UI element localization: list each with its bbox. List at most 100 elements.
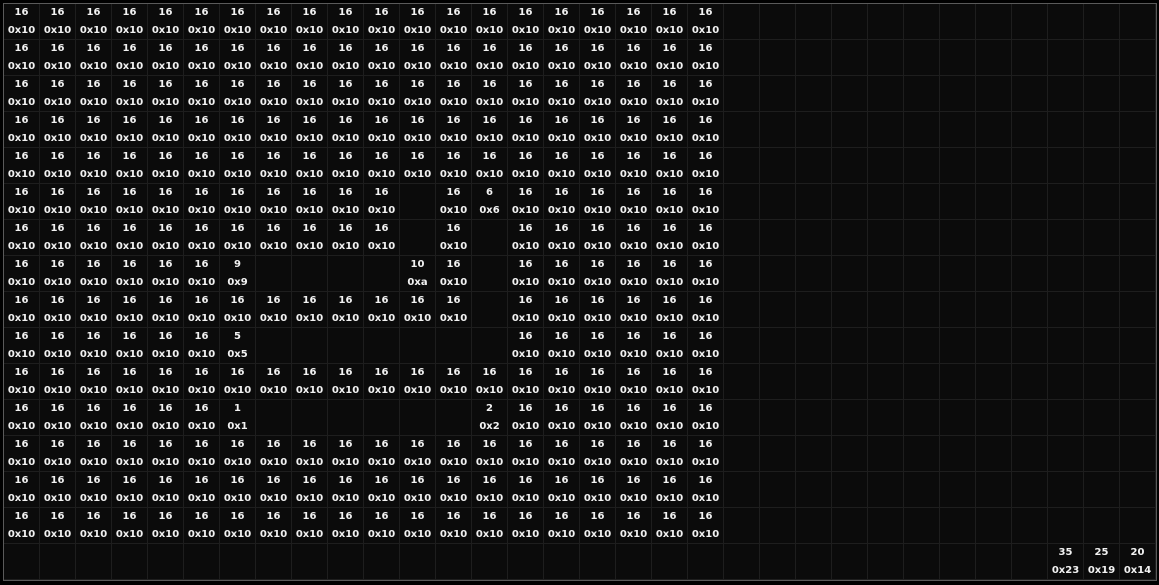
empty-tile[interactable] — [1048, 400, 1084, 436]
empty-tile[interactable] — [1084, 4, 1120, 40]
tile-cell[interactable]: 25 0x19 — [1084, 544, 1120, 580]
empty-tile[interactable] — [796, 184, 832, 220]
tile-cell[interactable]: 16 0x10 — [112, 292, 148, 328]
tile-cell[interactable]: 16 0x10 — [148, 328, 184, 364]
empty-tile[interactable] — [940, 472, 976, 508]
empty-tile[interactable] — [724, 148, 760, 184]
empty-tile[interactable] — [796, 472, 832, 508]
tile-cell[interactable]: 16 0x10 — [220, 292, 256, 328]
tile-cell[interactable]: 2 0x2 — [472, 400, 508, 436]
empty-tile[interactable] — [760, 112, 796, 148]
tile-cell[interactable]: 16 0x10 — [184, 40, 220, 76]
empty-tile[interactable] — [1120, 292, 1156, 328]
empty-tile[interactable] — [328, 256, 364, 292]
tile-cell[interactable]: 16 0x10 — [184, 292, 220, 328]
empty-tile[interactable] — [976, 148, 1012, 184]
tile-cell[interactable]: 16 0x10 — [40, 256, 76, 292]
empty-tile[interactable] — [256, 328, 292, 364]
tile-cell[interactable]: 9 0x9 — [220, 256, 256, 292]
tile-cell[interactable]: 16 0x10 — [364, 76, 400, 112]
tile-cell[interactable]: 16 0x10 — [220, 112, 256, 148]
empty-tile[interactable] — [328, 544, 364, 580]
empty-tile[interactable] — [40, 544, 76, 580]
tile-cell[interactable]: 16 0x10 — [328, 508, 364, 544]
empty-tile[interactable] — [868, 292, 904, 328]
empty-tile[interactable] — [760, 544, 796, 580]
tile-cell[interactable]: 16 0x10 — [688, 256, 724, 292]
empty-tile[interactable] — [940, 400, 976, 436]
tile-cell[interactable]: 16 0x10 — [688, 184, 724, 220]
tile-cell[interactable]: 16 0x10 — [364, 4, 400, 40]
empty-tile[interactable] — [724, 184, 760, 220]
tile-cell[interactable]: 16 0x10 — [508, 400, 544, 436]
tile-cell[interactable]: 16 0x10 — [184, 4, 220, 40]
tile-cell[interactable]: 16 0x10 — [220, 508, 256, 544]
empty-tile[interactable] — [940, 364, 976, 400]
tile-cell[interactable]: 16 0x10 — [580, 364, 616, 400]
empty-tile[interactable] — [868, 364, 904, 400]
tile-cell[interactable]: 16 0x10 — [364, 436, 400, 472]
tile-cell[interactable]: 16 0x10 — [508, 364, 544, 400]
empty-tile[interactable] — [1084, 400, 1120, 436]
tile-cell[interactable]: 16 0x10 — [544, 220, 580, 256]
tile-cell[interactable]: 16 0x10 — [652, 292, 688, 328]
empty-tile[interactable] — [1012, 184, 1048, 220]
empty-tile[interactable] — [1120, 40, 1156, 76]
empty-tile[interactable] — [112, 544, 148, 580]
tile-cell[interactable]: 16 0x10 — [580, 436, 616, 472]
tile-cell[interactable]: 16 0x10 — [184, 112, 220, 148]
tile-cell[interactable]: 16 0x10 — [148, 508, 184, 544]
tile-cell[interactable]: 16 0x10 — [472, 364, 508, 400]
tile-cell[interactable]: 16 0x10 — [76, 4, 112, 40]
empty-tile[interactable] — [76, 544, 112, 580]
tile-cell[interactable]: 16 0x10 — [328, 364, 364, 400]
tile-cell[interactable]: 16 0x10 — [652, 364, 688, 400]
empty-tile[interactable] — [1120, 220, 1156, 256]
empty-tile[interactable] — [940, 4, 976, 40]
tile-cell[interactable]: 16 0x10 — [4, 472, 40, 508]
tile-cell[interactable]: 16 0x10 — [4, 4, 40, 40]
tile-cell[interactable]: 16 0x10 — [688, 220, 724, 256]
tile-cell[interactable]: 16 0x10 — [400, 472, 436, 508]
empty-tile[interactable] — [796, 256, 832, 292]
empty-tile[interactable] — [1048, 112, 1084, 148]
tile-cell[interactable]: 16 0x10 — [40, 472, 76, 508]
tile-cell[interactable]: 16 0x10 — [580, 472, 616, 508]
empty-tile[interactable] — [796, 4, 832, 40]
empty-tile[interactable] — [796, 292, 832, 328]
empty-tile[interactable] — [832, 292, 868, 328]
tile-cell[interactable]: 16 0x10 — [76, 112, 112, 148]
tile-cell[interactable]: 16 0x10 — [4, 400, 40, 436]
empty-tile[interactable] — [724, 328, 760, 364]
tile-cell[interactable]: 16 0x10 — [256, 4, 292, 40]
empty-tile[interactable] — [724, 4, 760, 40]
empty-tile[interactable] — [652, 544, 688, 580]
tile-cell[interactable]: 16 0x10 — [364, 472, 400, 508]
empty-tile[interactable] — [1012, 400, 1048, 436]
empty-tile[interactable] — [904, 112, 940, 148]
tile-cell[interactable]: 16 0x10 — [328, 436, 364, 472]
empty-tile[interactable] — [580, 544, 616, 580]
tile-cell[interactable]: 16 0x10 — [220, 76, 256, 112]
tile-cell[interactable]: 16 0x10 — [652, 148, 688, 184]
empty-tile[interactable] — [1084, 148, 1120, 184]
empty-tile[interactable] — [904, 400, 940, 436]
tile-cell[interactable]: 16 0x10 — [256, 436, 292, 472]
tile-cell[interactable]: 16 0x10 — [4, 76, 40, 112]
tile-cell[interactable]: 16 0x10 — [40, 76, 76, 112]
tile-cell[interactable]: 16 0x10 — [508, 184, 544, 220]
tile-cell[interactable]: 16 0x10 — [652, 256, 688, 292]
tile-cell[interactable]: 16 0x10 — [292, 436, 328, 472]
tile-cell[interactable]: 16 0x10 — [76, 184, 112, 220]
tile-cell[interactable]: 16 0x10 — [148, 472, 184, 508]
empty-tile[interactable] — [760, 76, 796, 112]
tile-cell[interactable]: 16 0x10 — [544, 112, 580, 148]
tile-cell[interactable]: 16 0x10 — [364, 220, 400, 256]
tile-cell[interactable]: 16 0x10 — [616, 328, 652, 364]
tile-cell[interactable]: 16 0x10 — [364, 508, 400, 544]
empty-tile[interactable] — [1084, 328, 1120, 364]
tile-cell[interactable]: 16 0x10 — [292, 508, 328, 544]
empty-tile[interactable] — [688, 544, 724, 580]
tile-cell[interactable]: 16 0x10 — [328, 76, 364, 112]
empty-tile[interactable] — [760, 472, 796, 508]
